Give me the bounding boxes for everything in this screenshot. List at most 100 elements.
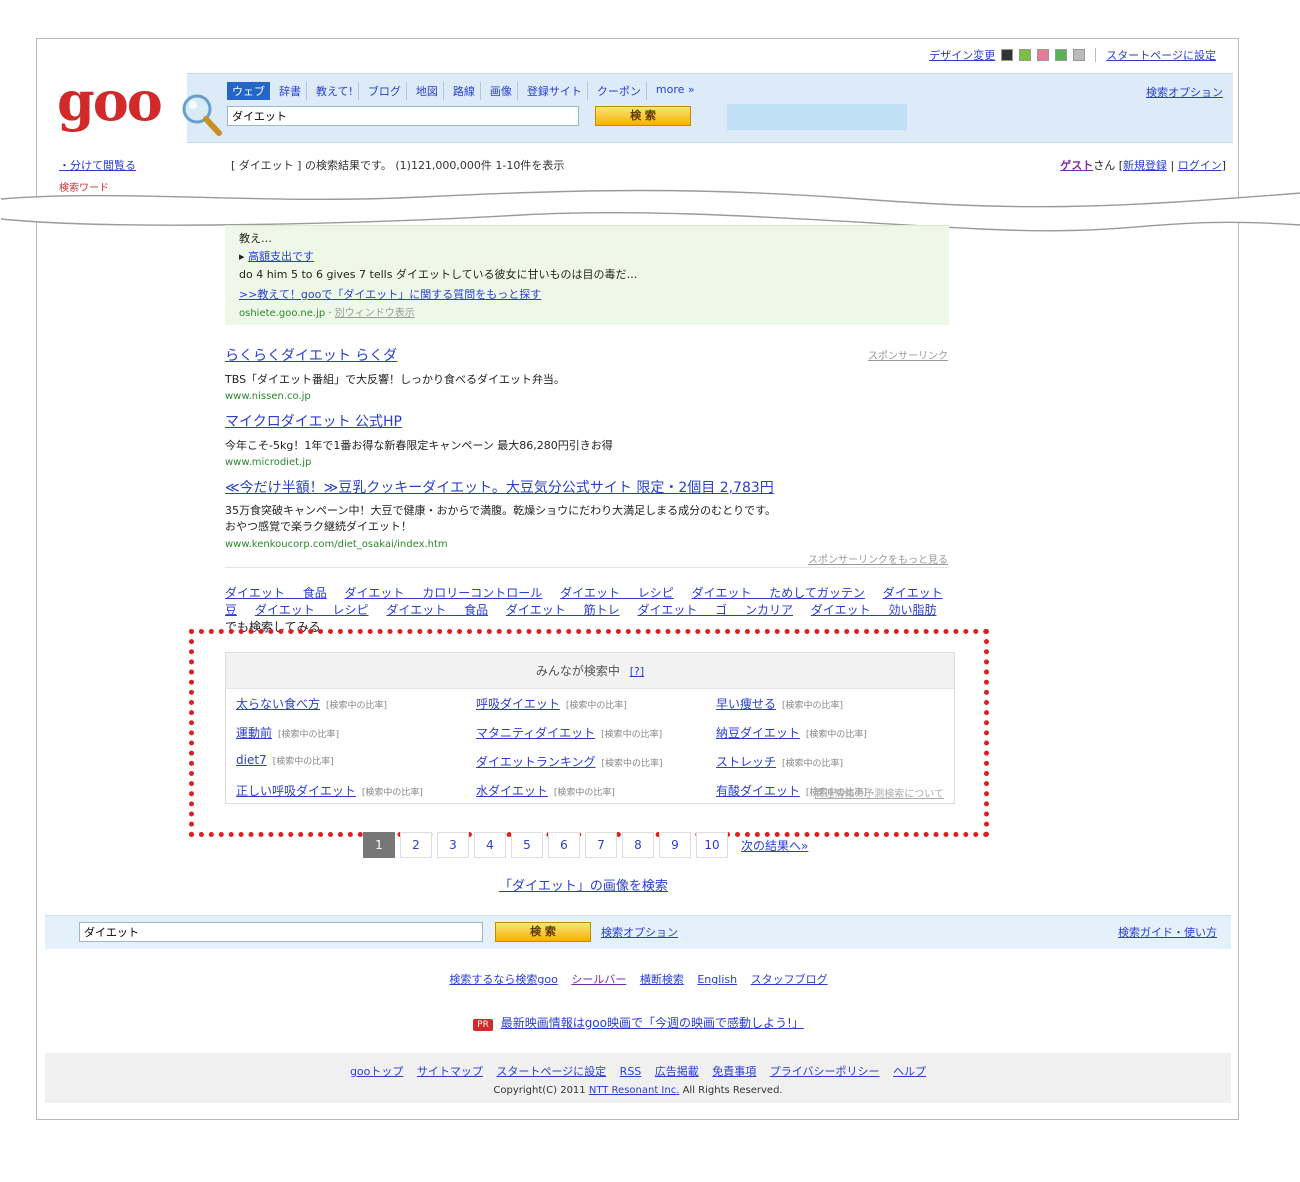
top-utility-bar: デザイン変更 スタートページに設定 [929, 45, 1216, 65]
tab-oshiete[interactable]: 教えて! [311, 82, 359, 100]
related-keyword[interactable]: ダイエット レシピ [560, 586, 674, 600]
footer-link[interactable]: シールバー [571, 973, 626, 986]
page-3[interactable]: 3 [437, 832, 469, 858]
set-start-page-link[interactable]: スタートページに設定 [1106, 47, 1216, 63]
ad-url: www.kenkoucorp.com/diet_osakai/index.htm [225, 539, 448, 550]
page-frame: デザイン変更 スタートページに設定 ウェブ 辞書 教えて! ブログ 地図 路線 … [1, 38, 1300, 1120]
footer-nav-link[interactable]: gooトップ [350, 1065, 403, 1078]
tab-map[interactable]: 地図 [411, 82, 444, 100]
tab-more[interactable]: more » [651, 82, 700, 100]
sidebar-link[interactable]: ・分けて閲覧る [59, 157, 136, 173]
footer-nav-link[interactable]: サイトマップ [417, 1065, 483, 1078]
tab-dictionary[interactable]: 辞書 [274, 82, 307, 100]
qa-more-row: >>教えて！gooで「ダイエット」に関する質問をもっと探す [239, 286, 541, 302]
divider [1095, 48, 1097, 62]
ad-title[interactable]: ≪今だけ半額！≫豆乳クッキーダイエット。大豆気分公式サイト 限定・2個目 2,7… [225, 477, 925, 497]
footer-bar: gooトップ サイトマップ スタートページに設定 RSS 広告掲載 免責事項 プ… [45, 1053, 1231, 1103]
footer-nav-link[interactable]: 免責事項 [712, 1065, 756, 1078]
tab-web[interactable]: ウェブ [227, 82, 270, 100]
footer-link[interactable]: 検索するなら検索goo [449, 973, 557, 986]
page-10[interactable]: 10 [696, 832, 728, 858]
promo-link[interactable]: 最新映画情報はgoo映画で「今週の映画で感動しよう!」 [501, 1016, 804, 1030]
theme-swatch-4[interactable] [1055, 49, 1068, 61]
page-8[interactable]: 8 [622, 832, 654, 858]
footer-nav-link[interactable]: 広告掲載 [655, 1065, 699, 1078]
guest-name[interactable]: ゲスト [1060, 159, 1093, 172]
ad-item: ≪今だけ半額！≫豆乳クッキーダイエット。大豆気分公式サイト 限定・2個目 2,7… [225, 477, 925, 550]
page-2[interactable]: 2 [400, 832, 432, 858]
page-7[interactable]: 7 [585, 832, 617, 858]
related-keyword[interactable]: ダイエット 食品 [386, 603, 488, 617]
design-change-link[interactable]: デザイン変更 [929, 47, 995, 63]
magnifier-icon [182, 94, 222, 136]
goo-logo[interactable]: goo [57, 69, 163, 133]
footer-nav: gooトップ サイトマップ スタートページに設定 RSS 広告掲載 免責事項 プ… [45, 1063, 1231, 1079]
ad-url: www.nissen.co.jp [225, 391, 311, 402]
new-window-link[interactable]: 別ウィンドウ表示 [335, 308, 415, 319]
search-options-link[interactable]: 検索オプション [1146, 84, 1223, 100]
ad-title[interactable]: らくらくダイエット らくダ [225, 345, 925, 365]
tab-transit[interactable]: 路線 [448, 82, 481, 100]
page-6[interactable]: 6 [548, 832, 580, 858]
bottom-search-button[interactable]: 検 索 [495, 922, 591, 942]
bottom-search-input[interactable] [79, 922, 483, 942]
footer-link[interactable]: 横断検索 [640, 973, 684, 986]
tab-blog[interactable]: ブログ [363, 82, 407, 100]
next-page-link[interactable]: 次の結果へ» [741, 837, 808, 854]
register-link[interactable]: 新規登録 [1123, 159, 1167, 172]
footer-links: 検索するなら検索goo シールバー 横断検索 English スタッフブログ [37, 971, 1240, 987]
search-button[interactable]: 検 索 [595, 106, 691, 126]
sponsored-more-link[interactable]: スポンサーリンクをもっと見る [808, 551, 948, 566]
related-keyword[interactable]: ダイエット ゴ ンカリア [637, 603, 793, 617]
copyright-suffix: All Rights Reserved. [682, 1085, 783, 1096]
footer-link[interactable]: English [697, 973, 737, 986]
related-keyword[interactable]: ダイエット 筋トレ [506, 603, 620, 617]
tab-images[interactable]: 画像 [485, 82, 518, 100]
search-band: ウェブ 辞書 教えて! ブログ 地図 路線 画像 登録サイト クーポン more… [187, 73, 1233, 143]
page-9[interactable]: 9 [659, 832, 691, 858]
related-keyword[interactable]: ダイエット 効い脂肪 [811, 603, 937, 617]
search-band-highlight [727, 104, 907, 130]
related-keyword[interactable]: ダイエット カロリーコントロール [345, 586, 543, 600]
ad-title[interactable]: マイクロダイエット 公式HP [225, 411, 925, 431]
footer-nav-link[interactable]: RSS [620, 1065, 642, 1078]
company-link[interactable]: NTT Resonant Inc. [589, 1085, 680, 1096]
tab-coupon[interactable]: クーポン [592, 82, 647, 100]
tab-registered-sites[interactable]: 登録サイト [522, 82, 588, 100]
related-keyword[interactable]: ダイエット レシピ [255, 603, 369, 617]
theme-swatch-5[interactable] [1073, 49, 1086, 61]
footer-nav-link[interactable]: ヘルプ [893, 1065, 926, 1078]
qa-more-link[interactable]: >>教えて！gooで「ダイエット」に関する質問をもっと探す [239, 288, 541, 301]
image-search-link[interactable]: 「ダイエット」の画像を検索 [499, 875, 668, 894]
search-input[interactable] [227, 106, 579, 126]
theme-swatch-2[interactable] [1019, 49, 1032, 61]
search-tabs: ウェブ 辞書 教えて! ブログ 地図 路線 画像 登録サイト クーポン more… [227, 82, 700, 100]
page-5[interactable]: 5 [511, 832, 543, 858]
search-guide-link[interactable]: 検索ガイド・使い方 [1118, 924, 1217, 940]
ad-description: 今年こそ-5kg！1年で1番お得な新春限定キャンペーン 最大86,280円引きお… [225, 439, 613, 452]
copyright: Copyright(C) 2011 NTT Resonant Inc. All … [45, 1085, 1231, 1096]
theme-swatch-1[interactable] [1001, 49, 1014, 61]
qa-url-row: oshiete.goo.ne.jp · 別ウィンドウ表示 [239, 308, 415, 319]
theme-swatch-3[interactable] [1037, 49, 1050, 61]
login-link[interactable]: ログイン [1178, 159, 1222, 172]
copyright-prefix: Copyright(C) 2011 [493, 1085, 586, 1096]
ad-item: らくらくダイエット らくダ TBS「ダイエット番組」で大反響！しっかり食べるダイ… [225, 345, 925, 402]
ad-description: 35万食突破キャンペーン中！大豆で健康・おからで満腹。乾燥ショウにだわり大満足し… [225, 504, 777, 533]
footer-nav-link[interactable]: スタートページに設定 [496, 1065, 606, 1078]
pr-badge: PR [473, 1019, 493, 1031]
qa-title-link[interactable]: 高額支出です [248, 250, 314, 263]
qa-snippet: do 4 him 5 to 6 gives 7 tells ダイエットしている彼… [239, 268, 638, 281]
ad-description: TBS「ダイエット番組」で大反響！しっかり食べるダイエット弁当。 [225, 373, 565, 386]
bottom-search-options-link[interactable]: 検索オプション [601, 924, 678, 940]
result-summary: [ ダイエット ] の検索結果です。 (1)121,000,000件 1-10件… [231, 159, 565, 172]
pagination: 1 2 3 4 5 6 7 8 9 10 次の結果へ» [363, 832, 808, 858]
footer-nav-link[interactable]: プライバシーポリシー [770, 1065, 880, 1078]
footer-link[interactable]: スタッフブログ [751, 973, 828, 986]
page-4[interactable]: 4 [474, 832, 506, 858]
related-keyword[interactable]: ダイエット ためしてガッテン [692, 586, 865, 600]
related-keyword[interactable]: ダイエット 食品 [225, 586, 327, 600]
user-bar: ゲストさん [新規登録 | ログイン] [1060, 159, 1226, 172]
cut-text: 教え… [239, 232, 272, 245]
ad-url: www.microdiet.jp [225, 457, 312, 468]
